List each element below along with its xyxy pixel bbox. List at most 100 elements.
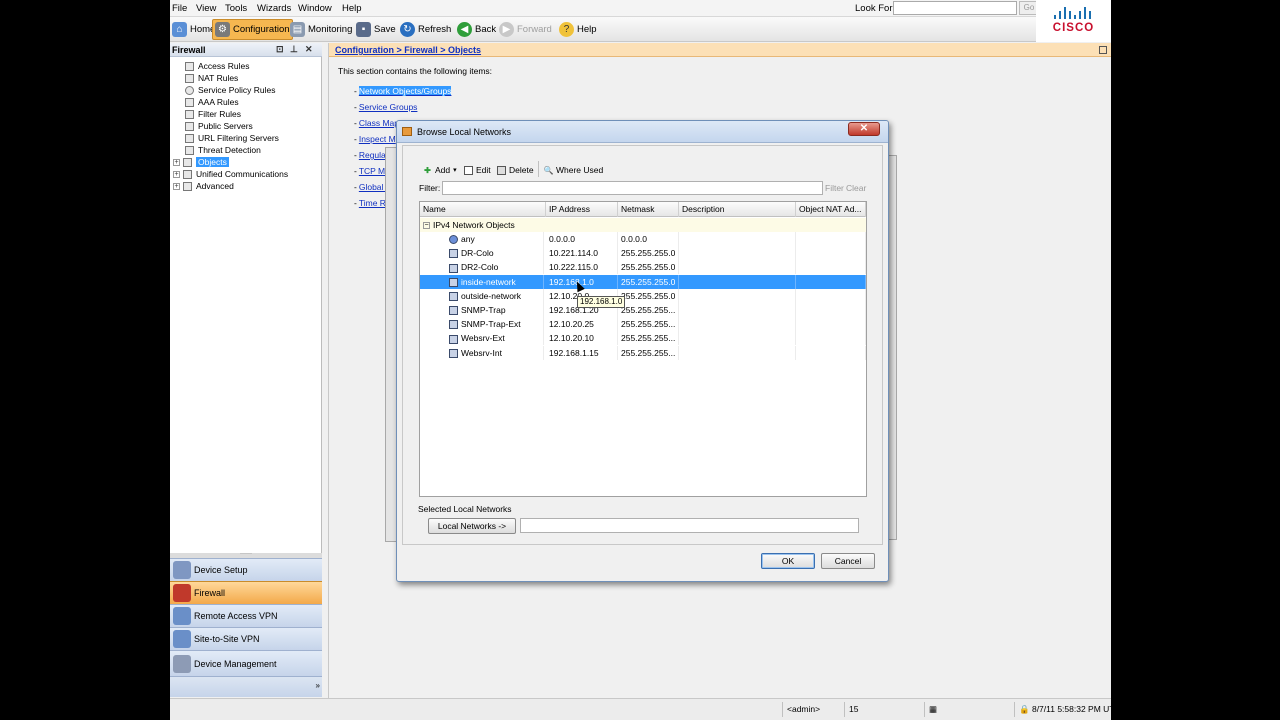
table-row[interactable]: SNMP-Trap-Ext 12.10.20.25 255.255.255... <box>420 317 866 332</box>
tree-service-policy-rules[interactable]: Service Policy Rules <box>185 84 275 96</box>
where-used-button[interactable]: 🔍 Where Used <box>543 163 604 177</box>
column-description[interactable]: Description <box>679 202 796 217</box>
look-for-input[interactable] <box>893 1 1017 15</box>
group-row-ipv4[interactable]: − IPv4 Network Objects <box>420 218 866 232</box>
cell-netmask: 0.0.0.0 <box>621 232 679 246</box>
maximize-icon[interactable] <box>1099 46 1107 54</box>
link-network-objects-groups[interactable]: - Network Objects/Groups <box>354 86 452 96</box>
tree-url-filtering-servers[interactable]: URL Filtering Servers <box>185 132 279 144</box>
filter-input[interactable] <box>442 181 823 195</box>
cancel-button[interactable]: Cancel <box>821 553 875 569</box>
save-button[interactable]: ▪ Save <box>354 19 398 40</box>
nav-overflow-icon[interactable]: » <box>316 681 320 690</box>
local-networks-field[interactable] <box>520 518 859 533</box>
home-button[interactable]: ⌂ Home <box>170 19 217 40</box>
table-row[interactable]: SNMP-Trap 192.168.1.20 255.255.255... <box>420 303 866 317</box>
tree-public-servers[interactable]: Public Servers <box>185 120 253 132</box>
ok-button[interactable]: OK <box>761 553 815 569</box>
nav-device-setup[interactable]: Device Setup <box>170 558 322 581</box>
refresh-button[interactable]: ↻ Refresh <box>398 19 453 40</box>
expand-icon[interactable]: + <box>173 171 180 179</box>
link-class-maps[interactable]: - Class Map <box>354 118 399 128</box>
toolbar-separator <box>538 161 539 177</box>
menu-wizards[interactable]: Wizards <box>257 3 291 14</box>
link-inspect-maps[interactable]: - Inspect M <box>354 134 396 144</box>
monitoring-button[interactable]: ▤ Monitoring <box>288 19 354 40</box>
cell-text: 255.255.255.0 <box>621 290 676 301</box>
chevron-down-icon: ▾ <box>453 167 457 174</box>
column-netmask[interactable]: Netmask <box>618 202 679 217</box>
menu-window[interactable]: Window <box>298 3 332 14</box>
dialog-titlebar[interactable]: Browse Local Networks ✕ <box>397 121 888 143</box>
configuration-button[interactable]: ⚙ Configuration <box>212 19 293 40</box>
pin-icon[interactable]: ⊥ <box>290 44 298 55</box>
restore-icon[interactable]: ⊡ <box>276 44 284 55</box>
server-icon <box>185 122 194 132</box>
section-intro: This section contains the following item… <box>338 66 493 76</box>
cell-description <box>682 288 796 303</box>
breadcrumb[interactable]: Configuration > Firewall > Objects <box>335 45 481 55</box>
delete-button[interactable]: Delete <box>497 163 534 177</box>
tree-threat-detection[interactable]: Threat Detection <box>185 144 261 156</box>
link-service-groups[interactable]: - Service Groups <box>354 102 417 112</box>
menu-view[interactable]: View <box>196 3 216 14</box>
forward-button[interactable]: ▶ Forward <box>497 19 554 40</box>
tree-objects[interactable]: + Objects <box>173 156 229 168</box>
close-icon[interactable]: ✕ <box>305 44 313 55</box>
help-button[interactable]: ? Help <box>557 19 599 40</box>
table-row[interactable]: Websrv-Int 192.168.1.15 255.255.255... <box>420 345 866 360</box>
expand-icon[interactable]: + <box>173 159 180 167</box>
local-networks-button[interactable]: Local Networks -> <box>428 518 516 534</box>
left-navigation-pane: Firewall ⊡ ⊥ ✕ Access Rules NAT Rules Se… <box>170 43 322 553</box>
objects-icon <box>183 158 192 168</box>
back-arrow-icon: ◀ <box>457 22 472 37</box>
tree-access-rules[interactable]: Access Rules <box>185 60 250 72</box>
menu-file[interactable]: File <box>172 3 187 14</box>
collapse-icon[interactable]: − <box>423 222 430 230</box>
nav-firewall[interactable]: Firewall <box>170 581 322 604</box>
tree-nat-rules[interactable]: NAT Rules <box>185 72 238 84</box>
menu-tools[interactable]: Tools <box>225 3 247 14</box>
cell-text: 192.168.1.15 <box>549 347 599 358</box>
column-ip-address[interactable]: IP Address <box>546 202 618 217</box>
nav-site-to-site-vpn[interactable]: Site-to-Site VPN <box>170 627 322 650</box>
cell-netmask: 255.255.255... <box>621 345 679 360</box>
cisco-logo-text: CISCO <box>1052 22 1095 34</box>
cell-text: 255.255.255... <box>621 305 676 315</box>
tree-filter-rules[interactable]: Filter Rules <box>185 108 241 120</box>
back-button[interactable]: ◀ Back <box>455 19 498 40</box>
menu-help[interactable]: Help <box>342 3 362 14</box>
edit-button[interactable]: Edit <box>464 163 491 177</box>
menubar: File View Tools Wizards Window Help Look… <box>170 0 1111 17</box>
clear-button[interactable]: Clear <box>846 183 866 193</box>
add-button[interactable]: ✚ Add ▾ <box>423 163 457 177</box>
nav-remote-access-vpn[interactable]: Remote Access VPN <box>170 604 322 627</box>
table-row[interactable]: inside-network 192.168.1.0 255.255.255.0 <box>420 274 866 289</box>
table-row[interactable]: outside-network 12.10.20.0 255.255.255.0 <box>420 288 866 303</box>
column-object-nat-address[interactable]: Object NAT Ad... <box>796 202 866 217</box>
save-label: Save <box>374 24 396 35</box>
cell-nat <box>799 331 866 346</box>
table-row[interactable]: Websrv-Ext 12.10.20.10 255.255.255... <box>420 331 866 346</box>
cell-text: 255.255.255.0 <box>621 248 676 259</box>
filter-button[interactable]: Filter <box>825 183 844 193</box>
column-name[interactable]: Name <box>420 202 546 217</box>
table-row[interactable]: DR-Colo 10.221.114.0 255.255.255.0 <box>420 246 866 261</box>
tree-advanced[interactable]: + Advanced <box>173 180 234 192</box>
cell-nat <box>799 345 866 360</box>
browse-local-networks-dialog: Browse Local Networks ✕ ✚ Add ▾ Edit Delet… <box>396 120 889 582</box>
forward-arrow-icon: ▶ <box>499 22 514 37</box>
expand-icon[interactable]: + <box>173 183 180 191</box>
unified-communications-icon <box>183 170 192 180</box>
tree-unified-communications[interactable]: + Unified Communications <box>173 168 288 180</box>
nav-device-management[interactable]: Device Management <box>170 650 322 676</box>
cell-netmask: 255.255.255.0 <box>621 246 679 261</box>
dialog-close-button[interactable]: ✕ <box>848 122 880 136</box>
home-icon: ⌂ <box>172 22 187 37</box>
search-icon: 🔍 <box>543 165 554 175</box>
back-label: Back <box>475 24 497 35</box>
tree-aaa-rules[interactable]: AAA Rules <box>185 96 239 108</box>
table-row[interactable]: DR2-Colo 10.222.115.0 255.255.255.0 <box>420 260 866 275</box>
table-row[interactable]: any 0.0.0.0 0.0.0.0 <box>420 232 866 246</box>
selected-local-networks-label: Selected Local Networks <box>418 504 512 514</box>
